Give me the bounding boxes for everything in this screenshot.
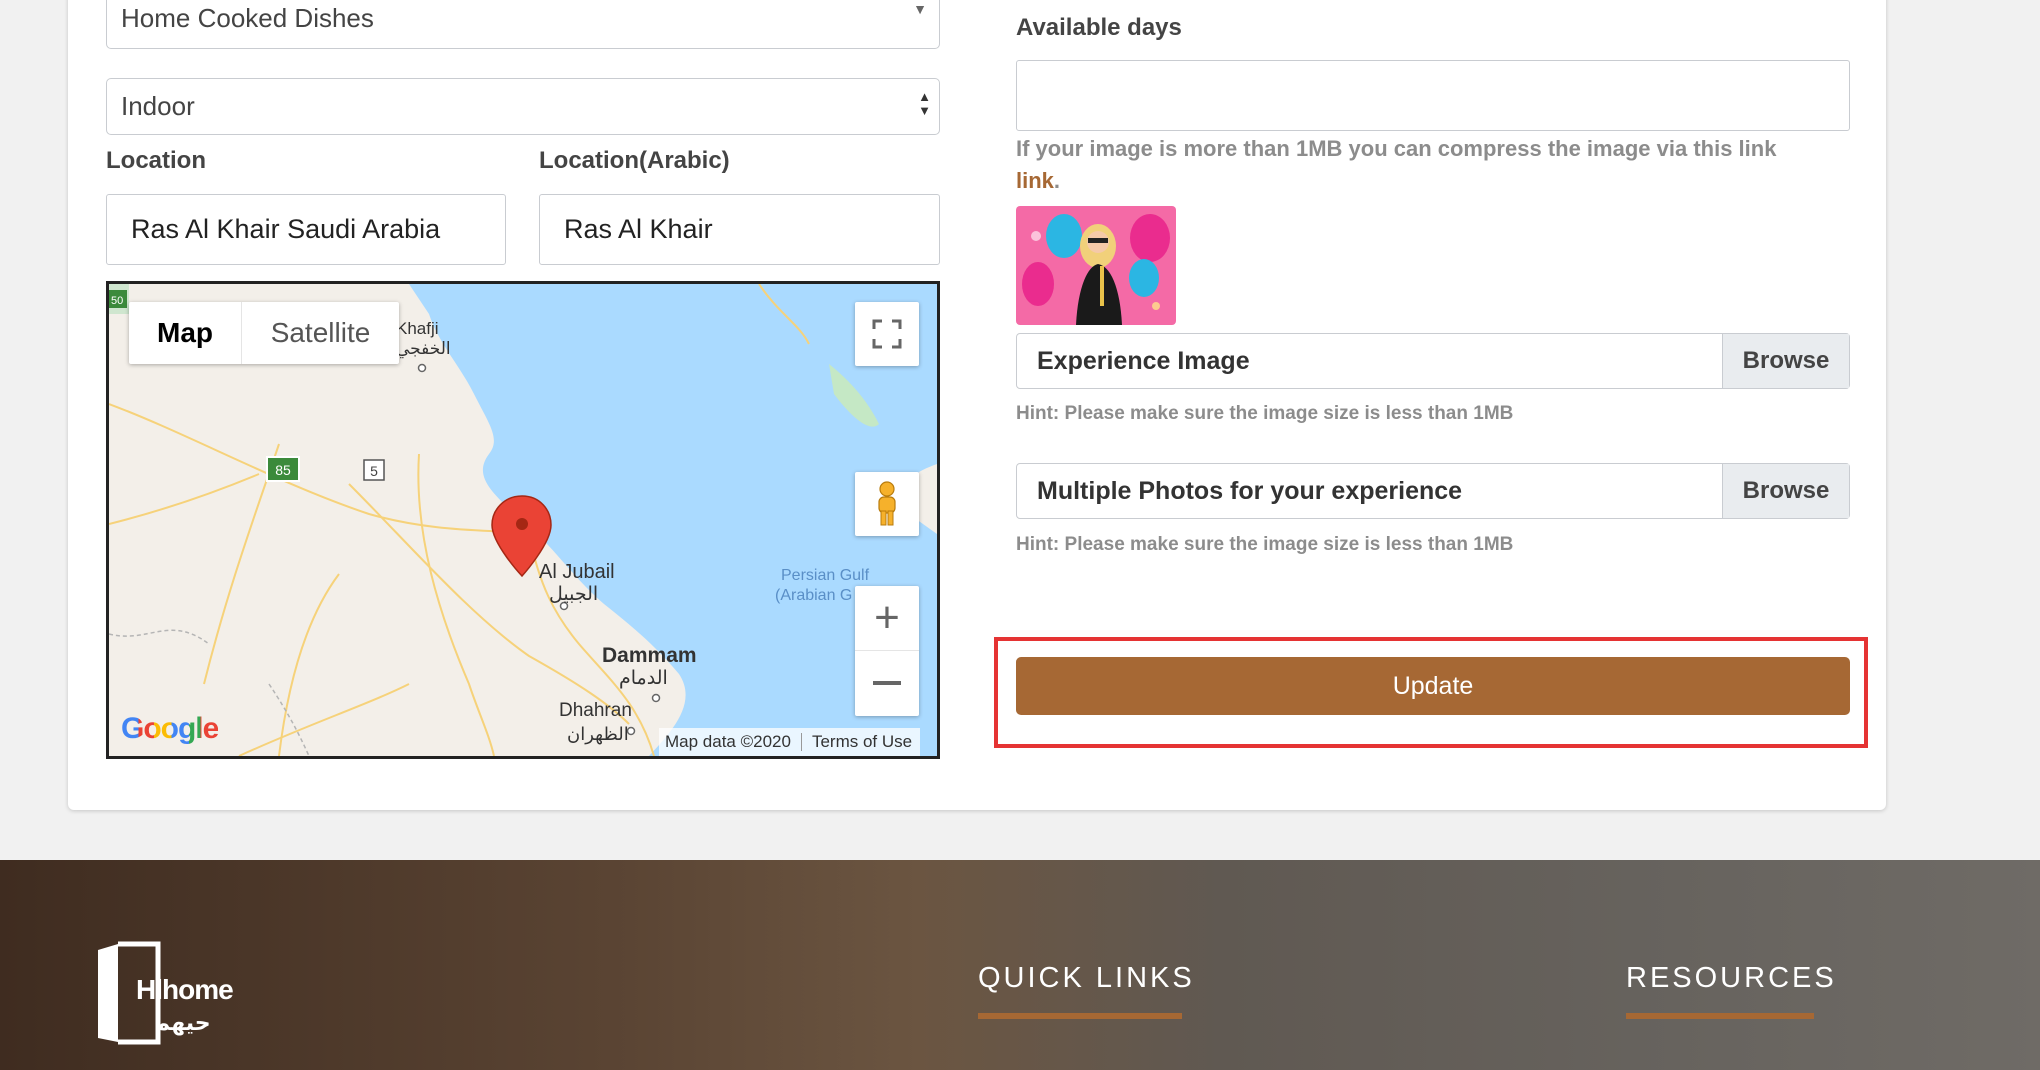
category-select[interactable]: Home Cooked Dishes ▼ <box>106 0 940 49</box>
experience-image-upload[interactable]: Experience Image Browse <box>1016 333 1850 389</box>
label-arabian-gulf: (Arabian G <box>775 587 852 604</box>
multiple-photos-upload[interactable]: Multiple Photos for your experience Brow… <box>1016 463 1850 519</box>
label-dhahran-ar: الظهران <box>567 724 629 745</box>
svg-text:50: 50 <box>111 295 123 307</box>
footer-logo[interactable]: Hlhome حيهم <box>88 940 234 1050</box>
map-tab[interactable]: Map <box>129 302 242 364</box>
multiple-photos-hint: Hint: Please make sure the image size is… <box>1016 534 1514 555</box>
category-select-value: Home Cooked Dishes <box>121 3 374 33</box>
experience-image-hint: Hint: Please make sure the image size is… <box>1016 403 1514 424</box>
map-attribution: Map data ©2020 Terms of Use <box>659 728 921 756</box>
label-khafji-ar: الخفجي <box>396 339 451 359</box>
svg-text:85: 85 <box>275 462 291 478</box>
setting-select-value: Indoor <box>121 91 195 121</box>
compress-hint-period: . <box>1053 168 1061 193</box>
attribution-separator <box>800 733 802 751</box>
location-arabic-input[interactable]: Ras Al Khair <box>539 194 940 265</box>
multiple-photos-browse-button[interactable]: Browse <box>1722 464 1849 518</box>
compress-hint: If your image is more than 1MB you can c… <box>1016 133 1856 197</box>
label-jubail-ar: الجبيل <box>549 584 598 605</box>
location-input-value: Ras Al Khair Saudi Arabia <box>131 214 441 244</box>
label-dammam-ar: الدمام <box>619 668 668 689</box>
map-type-control: Map Satellite <box>129 302 399 364</box>
svg-text:5: 5 <box>370 463 378 479</box>
label-dammam: Dammam <box>602 644 697 667</box>
logo-arabic-text: حيهم <box>154 1010 211 1035</box>
terms-link[interactable]: Terms of Use <box>812 732 912 752</box>
map-data-text: Map data ©2020 <box>665 732 791 751</box>
up-down-arrows-icon: ▲ ▼ <box>918 89 931 118</box>
chevron-down-icon: ▼ <box>913 1 927 17</box>
zoom-control: + <box>855 586 919 716</box>
pegman-icon <box>878 481 896 526</box>
label-dhahran: Dhahran <box>559 700 632 721</box>
satellite-tab[interactable]: Satellite <box>242 302 399 364</box>
location-arabic-input-value: Ras Al Khair <box>564 214 713 244</box>
minus-icon <box>873 681 901 685</box>
label-jubail: Al Jubail <box>539 561 615 583</box>
road-shield-50: 50 <box>109 290 127 308</box>
multiple-photos-filename: Multiple Photos for your experience <box>1037 476 1463 505</box>
zoom-out-button[interactable] <box>855 651 919 715</box>
available-days-input[interactable] <box>1016 60 1850 131</box>
location-label: Location <box>106 147 206 174</box>
site-footer: Hlhome حيهم QUICK LINKS RESOURCES <box>0 860 2040 1070</box>
location-arabic-label: Location(Arabic) <box>539 147 730 174</box>
google-logo-text: Google <box>121 712 219 745</box>
location-map[interactable]: 85 5 50 Khafji الخفجي Al Jubail الجبيل D… <box>106 281 940 759</box>
experience-image-browse-button[interactable]: Browse <box>1722 334 1849 388</box>
map-tab-label: Map <box>157 317 213 348</box>
satellite-tab-label: Satellite <box>270 317 371 348</box>
setting-select[interactable]: Indoor ▲ ▼ <box>106 78 940 135</box>
logo-text: Hlhome <box>136 974 234 1005</box>
location-input[interactable]: Ras Al Khair Saudi Arabia <box>106 194 506 265</box>
fullscreen-button[interactable] <box>855 302 919 366</box>
google-logo[interactable]: Google <box>121 712 219 746</box>
experience-image-thumbnail <box>1016 206 1176 325</box>
compress-hint-text: If your image is more than 1MB you can c… <box>1016 136 1777 161</box>
plus-icon: + <box>874 593 900 642</box>
experience-image-filename: Experience Image <box>1037 346 1250 375</box>
fullscreen-icon <box>872 319 902 349</box>
road-shield-5: 5 <box>363 459 385 481</box>
quick-links-heading: QUICK LINKS <box>978 962 1195 994</box>
compress-link[interactable]: link <box>1016 168 1054 193</box>
available-days-label: Available days <box>1016 14 1182 41</box>
zoom-in-button[interactable]: + <box>855 586 919 651</box>
street-view-button[interactable] <box>855 472 919 536</box>
label-persian-gulf: Persian Gulf <box>781 567 870 584</box>
update-button[interactable]: Update <box>1016 657 1850 715</box>
road-shield-85: 85 <box>266 456 300 482</box>
resources-heading: RESOURCES <box>1626 962 1837 994</box>
resources-underline <box>1626 1013 1814 1019</box>
label-khafji: Khafji <box>396 319 439 338</box>
quick-links-underline <box>978 1013 1182 1019</box>
